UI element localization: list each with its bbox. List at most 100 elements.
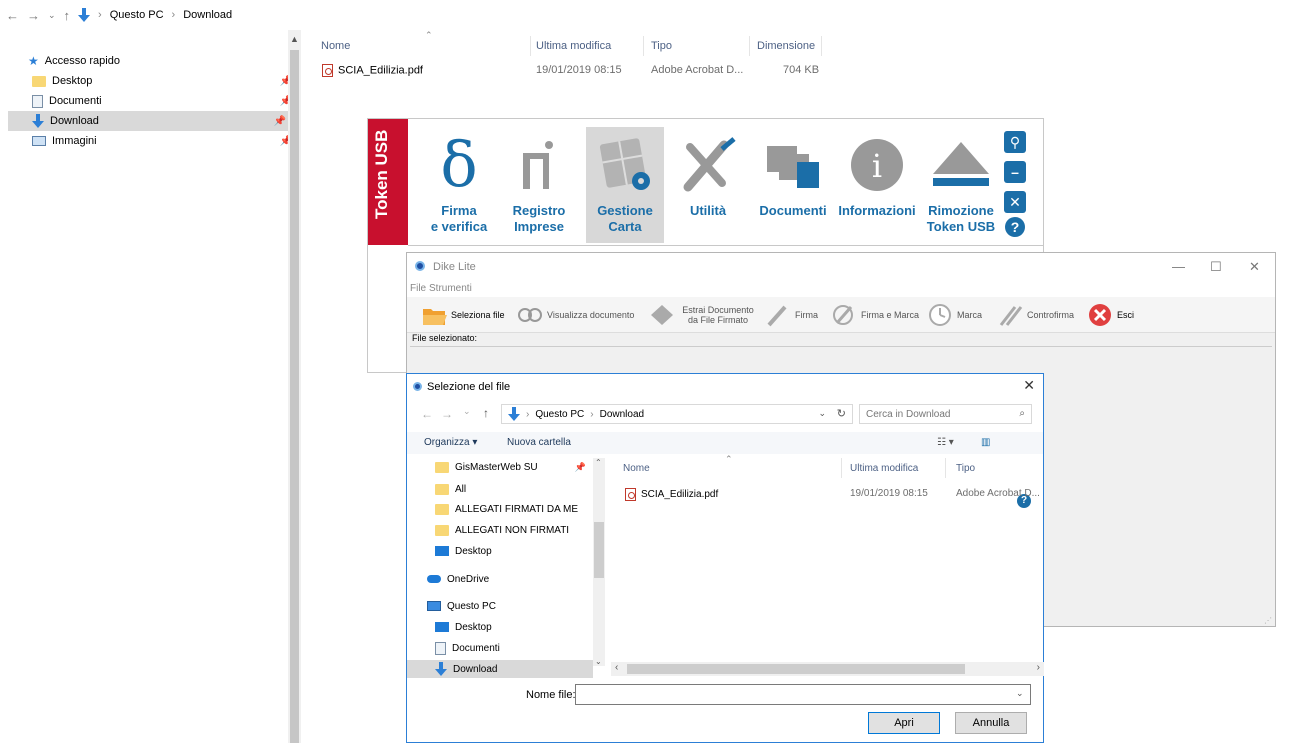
- sidebar-item-quick-access[interactable]: ★ Accesso rapido: [14, 51, 294, 71]
- view-options-icon[interactable]: ☷ ▾: [937, 437, 954, 448]
- menu-file[interactable]: File: [410, 283, 426, 294]
- forward-icon[interactable]: →: [27, 8, 40, 23]
- scroll-up-icon[interactable]: ⌃: [595, 458, 602, 467]
- minimize-icon[interactable]: —: [1172, 259, 1185, 274]
- pin-icon[interactable]: 📌: [274, 116, 286, 127]
- menu-strumenti[interactable]: Strumenti: [429, 283, 472, 294]
- nav-item[interactable]: GisMasterWeb SU 📌: [427, 458, 592, 476]
- nav-item[interactable]: ALLEGATI FIRMATI DA ME: [427, 500, 592, 518]
- gestione-carta-button[interactable]: Gestione Carta: [586, 127, 664, 243]
- tools-icon: [668, 127, 748, 203]
- search-input[interactable]: Cerca in Download ⌕: [859, 404, 1032, 424]
- resize-grip-icon[interactable]: ⋰: [1264, 616, 1272, 625]
- chevron-down-icon[interactable]: ⌄: [1016, 688, 1024, 699]
- nav-item[interactable]: OneDrive: [419, 570, 584, 588]
- back-icon[interactable]: ←: [6, 8, 19, 23]
- pdf-file-icon: [322, 64, 333, 77]
- nav-item[interactable]: All: [427, 480, 592, 498]
- estrai-documento-button[interactable]: Estrai Documento da File Firmato: [649, 301, 759, 329]
- column-divider[interactable]: [530, 36, 531, 56]
- utilita-button[interactable]: Utilità: [668, 127, 748, 243]
- organize-menu[interactable]: Organizza ▾: [424, 437, 477, 448]
- up-icon[interactable]: ↑: [483, 406, 489, 420]
- minimize-icon[interactable]: –: [1004, 161, 1026, 183]
- scrollbar-thumb[interactable]: [594, 522, 604, 578]
- registro-imprese-button[interactable]: Registro Imprese: [502, 127, 576, 243]
- scrollbar-thumb[interactable]: [627, 664, 965, 674]
- nav-scrollbar[interactable]: ⌃ ⌄: [593, 458, 605, 666]
- visualizza-documento-button[interactable]: Visualizza documento: [517, 301, 634, 329]
- window-titlebar[interactable]: Dike Lite — ☐ ✕: [407, 253, 1275, 281]
- new-folder-button[interactable]: Nuova cartella: [507, 437, 571, 448]
- scrollbar-thumb[interactable]: [290, 50, 299, 743]
- sidebar-item-documents[interactable]: Documenti 📌: [14, 91, 294, 111]
- scroll-right-icon[interactable]: ›: [1037, 662, 1040, 673]
- pen-stamp-icon: [833, 305, 853, 325]
- scroll-left-icon[interactable]: ‹: [615, 662, 618, 673]
- filename-input[interactable]: [575, 684, 1031, 705]
- address-dropdown-icon[interactable]: ⌄: [818, 408, 826, 419]
- cancel-button[interactable]: Annulla: [955, 712, 1027, 734]
- firma-e-marca-button[interactable]: Firma e Marca: [831, 301, 919, 329]
- breadcrumb-item[interactable]: Download: [183, 9, 232, 21]
- recent-dropdown-icon[interactable]: ⌄: [463, 406, 471, 417]
- column-divider[interactable]: [821, 36, 822, 56]
- marca-button[interactable]: Marca: [927, 301, 982, 329]
- maximize-icon[interactable]: ☐: [1210, 259, 1222, 275]
- column-divider[interactable]: [945, 458, 946, 478]
- nav-item[interactable]: Desktop: [427, 542, 592, 560]
- esci-button[interactable]: Esci: [1087, 301, 1134, 329]
- column-divider[interactable]: [841, 458, 842, 478]
- file-name-cell[interactable]: SCIA_Edilizia.pdf: [322, 64, 423, 77]
- dialog-address-box[interactable]: › Questo PC › Download ⌄ ↻: [501, 404, 853, 424]
- scroll-up-icon[interactable]: ▲: [290, 34, 299, 44]
- scroll-down-icon[interactable]: ⌄: [595, 657, 602, 666]
- column-header-type[interactable]: Tipo: [651, 40, 672, 52]
- column-header-name[interactable]: Nome: [321, 40, 350, 52]
- open-button[interactable]: Apri: [868, 712, 940, 734]
- sidebar-item-desktop[interactable]: Desktop 📌: [14, 71, 294, 91]
- nav-item[interactable]: Desktop: [427, 618, 592, 636]
- preview-pane-icon[interactable]: ▥: [981, 437, 990, 448]
- column-divider[interactable]: [643, 36, 644, 56]
- horizontal-scrollbar[interactable]: ‹ ›: [611, 662, 1044, 676]
- nav-item[interactable]: Documenti: [427, 639, 592, 657]
- documents-icon: [435, 641, 446, 655]
- column-header-type[interactable]: Tipo: [956, 463, 975, 474]
- rimozione-token-button[interactable]: Rimozione Token USB: [920, 127, 1002, 243]
- pin-icon[interactable]: 📌: [575, 462, 586, 473]
- column-divider[interactable]: [749, 36, 750, 56]
- column-header-modified[interactable]: Ultima modifica: [536, 40, 611, 52]
- folder-icon: [435, 524, 449, 536]
- sidebar-item-label: Immagini: [52, 135, 97, 147]
- refresh-icon[interactable]: ↻: [837, 407, 846, 420]
- column-header-name[interactable]: Nome: [623, 463, 650, 474]
- close-icon[interactable]: ✕: [1023, 377, 1035, 394]
- close-icon[interactable]: ✕: [1004, 191, 1026, 213]
- firma-verifica-button[interactable]: δ Firma e verifica: [420, 127, 498, 243]
- breadcrumb-item[interactable]: Questo PC: [110, 9, 164, 21]
- breadcrumb-item[interactable]: Download: [600, 409, 644, 420]
- back-icon[interactable]: ←: [421, 407, 433, 421]
- nav-item[interactable]: Questo PC: [419, 597, 584, 615]
- sidebar-item-pictures[interactable]: Immagini 📌: [14, 131, 294, 151]
- close-icon[interactable]: ✕: [1249, 259, 1260, 275]
- sidebar-item-download[interactable]: Download 📌: [8, 111, 288, 131]
- nav-item[interactable]: ALLEGATI NON FIRMATI: [427, 521, 592, 539]
- up-icon[interactable]: ↑: [64, 8, 71, 23]
- file-name-cell[interactable]: SCIA_Edilizia.pdf: [625, 488, 718, 501]
- forward-icon[interactable]: →: [441, 407, 453, 421]
- nav-item[interactable]: Download: [407, 660, 593, 678]
- pin-icon[interactable]: ⚲: [1004, 131, 1026, 153]
- help-icon[interactable]: ?: [1005, 217, 1025, 237]
- controfirma-button[interactable]: Controfirma: [997, 301, 1074, 329]
- column-header-modified[interactable]: Ultima modifica: [850, 463, 918, 474]
- recent-dropdown-icon[interactable]: ⌄: [48, 10, 56, 21]
- documenti-button[interactable]: Documenti: [752, 127, 834, 243]
- seleziona-file-button[interactable]: Seleziona file: [421, 301, 505, 329]
- column-header-size[interactable]: Dimensione: [757, 40, 815, 52]
- breadcrumb-item[interactable]: Questo PC: [535, 409, 584, 420]
- informazioni-button[interactable]: i Informazioni: [834, 127, 920, 243]
- firma-button[interactable]: Firma: [765, 301, 818, 329]
- sidebar-scrollbar[interactable]: ▲: [288, 30, 301, 743]
